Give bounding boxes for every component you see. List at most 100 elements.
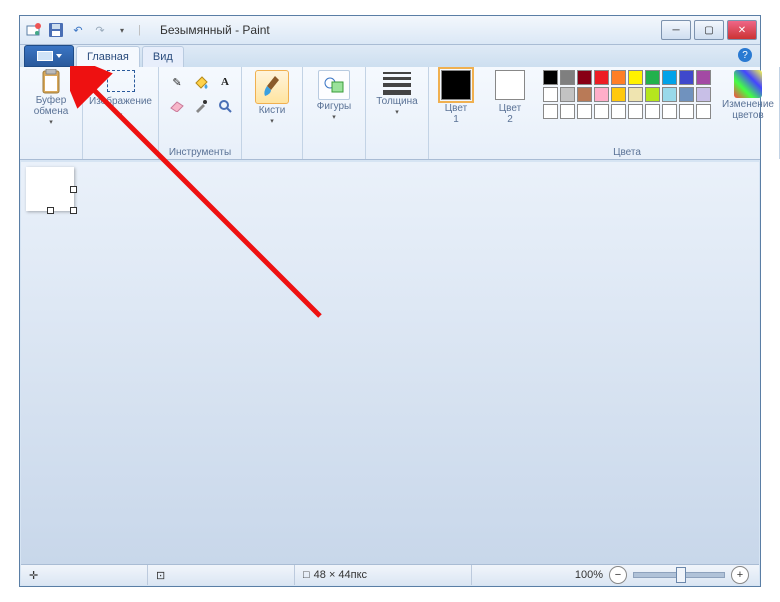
palette-swatch[interactable] bbox=[577, 70, 592, 85]
canvas-viewport[interactable] bbox=[21, 162, 759, 564]
palette-swatch[interactable] bbox=[679, 87, 694, 102]
colors-group-label: Цвета bbox=[613, 147, 641, 158]
resize-handle-e[interactable] bbox=[70, 186, 77, 193]
tab-home[interactable]: Главная bbox=[76, 46, 140, 67]
palette-swatch[interactable] bbox=[645, 70, 660, 85]
palette-swatch[interactable] bbox=[696, 104, 711, 119]
palette-swatch[interactable] bbox=[662, 104, 677, 119]
palette-swatch[interactable] bbox=[679, 70, 694, 85]
magnifier-tool[interactable] bbox=[213, 94, 237, 118]
palette-swatch[interactable] bbox=[696, 87, 711, 102]
group-image: Изображение ▾ bbox=[83, 67, 159, 159]
titlebar: ↶ ↷ ▾ | Безымянный - Paint ─ ▢ ✕ bbox=[20, 16, 760, 45]
edit-colors-button[interactable]: Изменение цветов bbox=[723, 70, 773, 121]
chevron-down-icon: ▾ bbox=[119, 111, 123, 119]
redo-icon[interactable]: ↷ bbox=[92, 22, 108, 38]
palette-swatch[interactable] bbox=[662, 70, 677, 85]
brush-icon bbox=[255, 70, 289, 104]
undo-icon[interactable]: ↶ bbox=[70, 22, 86, 38]
palette-swatch[interactable] bbox=[628, 87, 643, 102]
palette-swatch[interactable] bbox=[662, 87, 677, 102]
palette-swatch[interactable] bbox=[628, 104, 643, 119]
window-controls: ─ ▢ ✕ bbox=[661, 20, 760, 40]
chevron-down-icon bbox=[56, 54, 62, 58]
image-label: Изображение bbox=[89, 96, 152, 107]
resize-handle-se[interactable] bbox=[70, 207, 77, 214]
qat-customize-icon[interactable]: ▾ bbox=[114, 22, 130, 38]
palette-swatch[interactable] bbox=[594, 70, 609, 85]
palette-swatch[interactable] bbox=[560, 87, 575, 102]
palette-swatch[interactable] bbox=[577, 87, 592, 102]
palette-swatch[interactable] bbox=[645, 104, 660, 119]
ribbon-tabs: Главная Вид ? bbox=[20, 45, 760, 67]
canvas[interactable] bbox=[26, 167, 74, 211]
clipboard-button[interactable]: Буфер обмена ▾ bbox=[26, 70, 76, 126]
palette-swatch[interactable] bbox=[611, 87, 626, 102]
zoom-out-button[interactable]: − bbox=[609, 566, 627, 584]
brushes-label: Кисти bbox=[259, 105, 286, 116]
clipboard-icon bbox=[39, 70, 63, 94]
window-title: Безымянный - Paint bbox=[160, 23, 270, 37]
resize-handle-s[interactable] bbox=[47, 207, 54, 214]
status-cursor-pos: ✛ bbox=[21, 565, 148, 585]
clipboard-label: Буфер обмена bbox=[34, 95, 69, 117]
file-menu-icon bbox=[37, 51, 53, 61]
palette-swatch[interactable] bbox=[543, 104, 558, 119]
edit-colors-label: Изменение цветов bbox=[722, 99, 774, 121]
fill-tool[interactable] bbox=[189, 70, 213, 94]
palette-swatch[interactable] bbox=[696, 70, 711, 85]
group-shapes: Фигуры ▾ bbox=[303, 67, 366, 159]
group-color2: Цвет 2 bbox=[483, 67, 537, 159]
help-icon[interactable]: ? bbox=[738, 48, 752, 62]
save-icon[interactable] bbox=[48, 22, 64, 38]
select-icon[interactable] bbox=[107, 70, 135, 92]
picker-tool[interactable] bbox=[189, 94, 213, 118]
ribbon: Буфер обмена ▾ Изображение ▾ ✎ A Инструм… bbox=[20, 67, 760, 160]
palette-swatch[interactable] bbox=[594, 104, 609, 119]
group-brushes: Кисти ▾ bbox=[242, 67, 303, 159]
zoom-slider-thumb[interactable] bbox=[676, 567, 686, 583]
palette-swatch[interactable] bbox=[611, 70, 626, 85]
palette-swatch[interactable] bbox=[679, 104, 694, 119]
tools-grid: ✎ A bbox=[165, 70, 235, 116]
tab-view[interactable]: Вид bbox=[142, 46, 184, 67]
zoom-control: 100% − + bbox=[575, 566, 759, 584]
chevron-down-icon: ▾ bbox=[332, 113, 336, 121]
file-menu-tab[interactable] bbox=[24, 45, 74, 67]
color2-swatch bbox=[495, 70, 525, 100]
palette-swatch[interactable] bbox=[611, 104, 626, 119]
palette-swatch[interactable] bbox=[594, 87, 609, 102]
palette-swatch[interactable] bbox=[628, 70, 643, 85]
palette-swatch[interactable] bbox=[560, 70, 575, 85]
thickness-label: Толщина bbox=[376, 96, 417, 107]
zoom-slider[interactable] bbox=[633, 572, 725, 578]
minimize-button[interactable]: ─ bbox=[661, 20, 691, 40]
edit-colors-icon bbox=[734, 70, 762, 98]
maximize-button[interactable]: ▢ bbox=[694, 20, 724, 40]
chevron-down-icon: ▾ bbox=[49, 118, 53, 126]
thickness-button[interactable]: Толщина ▾ bbox=[372, 70, 422, 116]
palette-swatch[interactable] bbox=[543, 70, 558, 85]
group-edit-colors: Изменение цветов bbox=[717, 67, 780, 159]
text-tool[interactable]: A bbox=[213, 70, 237, 94]
zoom-in-button[interactable]: + bbox=[731, 566, 749, 584]
color2-button[interactable]: Цвет 2 bbox=[485, 70, 535, 125]
shapes-button[interactable]: Фигуры ▾ bbox=[309, 70, 359, 121]
brushes-button[interactable]: Кисти ▾ bbox=[247, 70, 297, 125]
color1-swatch bbox=[441, 70, 471, 100]
palette-swatch[interactable] bbox=[645, 87, 660, 102]
chevron-down-icon: ▾ bbox=[270, 117, 274, 125]
cursor-icon: ✛ bbox=[29, 569, 38, 582]
color1-label: Цвет 1 bbox=[445, 103, 467, 125]
canvas-size-text: 48 × 44пкс bbox=[314, 569, 367, 581]
eraser-tool[interactable] bbox=[165, 94, 189, 118]
color2-label: Цвет 2 bbox=[499, 103, 521, 125]
palette-swatch[interactable] bbox=[560, 104, 575, 119]
palette-swatch[interactable] bbox=[577, 104, 592, 119]
quick-access-toolbar: ↶ ↷ ▾ bbox=[20, 22, 136, 38]
close-button[interactable]: ✕ bbox=[727, 20, 757, 40]
color1-button[interactable]: Цвет 1 bbox=[431, 70, 481, 125]
pencil-tool[interactable]: ✎ bbox=[165, 70, 189, 94]
palette-swatch[interactable] bbox=[543, 87, 558, 102]
status-selection: ⊡ bbox=[148, 565, 295, 585]
